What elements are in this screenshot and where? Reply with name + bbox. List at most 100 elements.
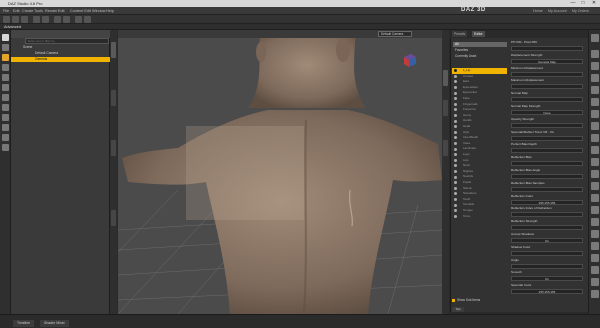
scene-search-input[interactable]: Enter text to filter by... — [25, 38, 109, 44]
redo-icon[interactable] — [42, 16, 49, 23]
eye-icon[interactable] — [454, 142, 457, 146]
camera-tool-icon[interactable] — [591, 182, 599, 190]
scene-item-scene[interactable]: Scene — [11, 45, 110, 50]
render-icon[interactable] — [54, 16, 61, 23]
region-navigator-icon[interactable] — [591, 170, 599, 178]
eye-icon[interactable] — [454, 97, 457, 101]
menu-tools[interactable]: Tools — [34, 9, 43, 13]
spot-render-icon[interactable] — [591, 146, 599, 154]
pose-icon[interactable] — [2, 84, 9, 91]
property-value-field[interactable]: 255 255 255 — [511, 289, 583, 295]
property-value-field[interactable] — [511, 212, 583, 218]
property-value-field[interactable]: Genesis Map — [511, 58, 583, 64]
tab-scene[interactable] — [111, 42, 116, 58]
eye-icon[interactable] — [454, 147, 457, 151]
menu-help[interactable]: Help — [106, 9, 114, 13]
eye-icon[interactable] — [454, 181, 457, 185]
property-value-field[interactable]: 255 255 255 — [511, 199, 583, 205]
viewport[interactable]: Default Camera — [118, 30, 442, 314]
maximize-button[interactable]: □ — [578, 0, 588, 7]
joint-editor-icon[interactable] — [591, 98, 599, 106]
aux-viewport-icon[interactable] — [591, 194, 599, 202]
menu-edit[interactable]: Edit — [13, 9, 20, 13]
eye-icon[interactable] — [454, 158, 457, 162]
menu-render[interactable]: Render — [45, 9, 57, 13]
weight-map-icon[interactable] — [591, 134, 599, 142]
scale-tool-icon[interactable] — [591, 86, 599, 94]
property-value-field[interactable] — [511, 122, 583, 128]
property-value-field[interactable] — [511, 161, 583, 167]
render-settings-icon[interactable] — [63, 16, 70, 23]
eye-icon[interactable] — [454, 170, 457, 174]
figure-icon[interactable] — [2, 64, 9, 71]
tab-presets[interactable]: Presets — [452, 31, 468, 37]
property-value-field[interactable] — [511, 148, 583, 154]
light-icon[interactable] — [2, 74, 9, 81]
link-my-orders[interactable]: My Orders — [572, 9, 589, 13]
tab-content-library[interactable] — [111, 90, 116, 106]
property-value-field[interactable] — [511, 84, 583, 90]
rotate-tool-icon[interactable] — [591, 74, 599, 82]
eye-icon[interactable] — [454, 186, 457, 190]
eye-icon[interactable] — [454, 108, 457, 112]
lighting-tool-icon[interactable] — [591, 266, 599, 274]
materials-icon[interactable] — [2, 114, 9, 121]
eye-icon[interactable] — [454, 91, 457, 95]
property-value-field[interactable] — [511, 135, 583, 141]
scene-item-genesis[interactable]: Genesis — [11, 57, 110, 62]
property-value-field[interactable] — [511, 250, 583, 256]
eye-icon[interactable] — [454, 119, 457, 123]
eye-icon[interactable] — [454, 125, 457, 129]
property-value-field[interactable]: On — [511, 238, 583, 243]
content-icon[interactable] — [2, 54, 9, 61]
bend-icon[interactable] — [591, 218, 599, 226]
geometry-editor-icon[interactable] — [591, 122, 599, 130]
eye-icon[interactable] — [454, 80, 457, 84]
menu-content-edit[interactable]: Content Edit — [70, 9, 91, 13]
universal-tool-icon[interactable] — [75, 16, 82, 23]
camera-select[interactable]: Default Camera — [378, 31, 412, 37]
content-tool-icon[interactable] — [591, 242, 599, 250]
property-value-field[interactable] — [511, 71, 583, 77]
property-value-field[interactable] — [511, 186, 583, 192]
menu-window[interactable]: Window — [92, 9, 106, 13]
link-my-account[interactable]: My Account — [548, 9, 567, 13]
tab-shaping[interactable] — [443, 140, 448, 156]
tab-surfaces[interactable] — [443, 70, 448, 86]
open-icon[interactable] — [12, 16, 19, 23]
eye-icon[interactable] — [454, 114, 457, 118]
layout-tab-advanced[interactable]: Advanced — [4, 25, 21, 29]
dform-icon[interactable] — [591, 230, 599, 238]
property-value-field[interactable] — [511, 263, 583, 269]
translate-tool-icon[interactable] — [84, 16, 91, 23]
menu-file[interactable]: File — [3, 9, 9, 13]
eye-icon[interactable] — [454, 86, 457, 90]
new-scene-icon[interactable] — [3, 16, 10, 23]
category-all[interactable]: All — [453, 42, 507, 47]
eye-icon[interactable] — [454, 153, 457, 157]
eye-icon[interactable] — [454, 69, 457, 73]
scene-icon[interactable] — [2, 34, 9, 41]
eye-icon[interactable] — [454, 192, 457, 196]
scene-item-camera[interactable]: Default Camera — [11, 51, 110, 56]
fullscreen-icon[interactable] — [591, 34, 599, 42]
props-icon[interactable] — [2, 104, 9, 111]
tab-parameters[interactable] — [111, 210, 116, 226]
minimize-button[interactable]: — — [568, 0, 578, 7]
link-home[interactable]: Home — [533, 9, 543, 13]
node-icon[interactable] — [591, 50, 599, 58]
tab-smart-content[interactable] — [111, 140, 116, 156]
tips-tab[interactable]: Tips — [452, 307, 464, 312]
settings-icon[interactable] — [2, 144, 9, 151]
view-cube-icon[interactable] — [402, 52, 418, 68]
tab-editor[interactable]: Editor — [472, 31, 485, 37]
render-library-icon[interactable] — [2, 134, 9, 141]
tab-lights[interactable] — [443, 100, 448, 116]
tab-timeline[interactable]: Timeline — [13, 320, 35, 327]
eye-icon[interactable] — [454, 102, 457, 106]
puppeteer-icon[interactable] — [591, 254, 599, 262]
shaping-icon[interactable] — [2, 94, 9, 101]
smoothing-icon[interactable] — [591, 206, 599, 214]
eye-icon[interactable] — [454, 130, 457, 134]
eye-icon[interactable] — [454, 198, 457, 202]
